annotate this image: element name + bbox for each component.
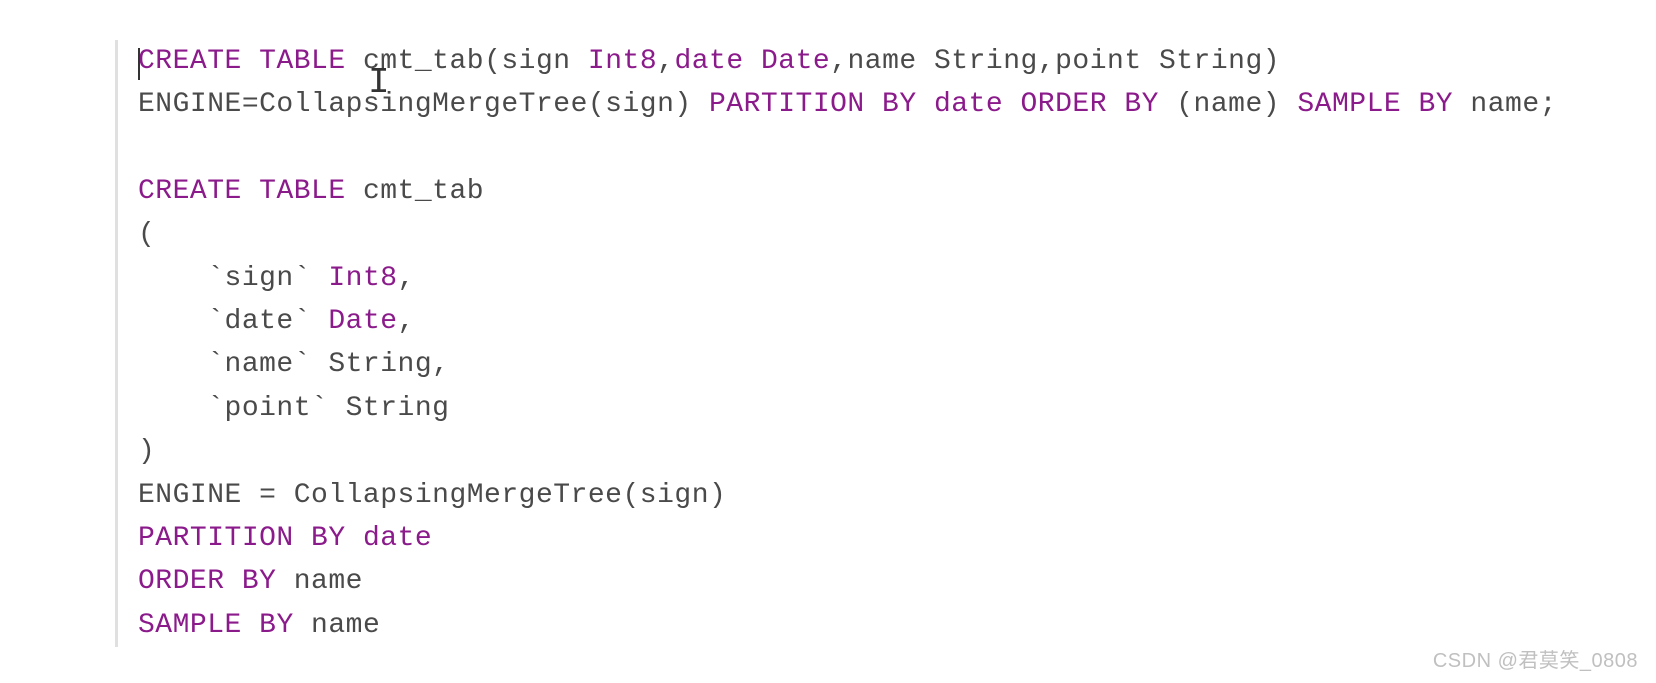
code-line-1: CREATE TABLE cmt_tab(sign Int8,date Date… xyxy=(138,40,1656,83)
code-line-13: ORDER BY name xyxy=(138,560,1656,603)
text-cursor xyxy=(138,48,140,80)
keyword-order: ORDER xyxy=(1021,89,1108,120)
code-text xyxy=(744,46,761,77)
keyword-sample: SAMPLE xyxy=(138,610,242,641)
code-text: , xyxy=(657,46,674,77)
keyword-date: date xyxy=(934,89,1003,120)
keyword-sample: SAMPLE xyxy=(1297,89,1401,120)
code-line-2: ENGINE=CollapsingMergeTree(sign) PARTITI… xyxy=(138,83,1656,126)
code-line-14: SAMPLE BY name xyxy=(138,604,1656,647)
code-text: name xyxy=(276,566,363,597)
code-line-9: `point` String xyxy=(138,387,1656,430)
keyword-date: date xyxy=(363,523,432,554)
close-paren: ) xyxy=(138,436,155,467)
code-text: `date` xyxy=(138,306,328,337)
keyword-table: TABLE xyxy=(259,176,346,207)
keyword-date: date xyxy=(674,46,743,77)
code-text: cmt_tab xyxy=(346,176,484,207)
code-line-4: CREATE TABLE cmt_tab xyxy=(138,170,1656,213)
keyword-create: CREATE xyxy=(138,176,242,207)
code-line-8: `name` String, xyxy=(138,343,1656,386)
keyword-by: BY xyxy=(311,523,346,554)
keyword-by: BY xyxy=(1124,89,1159,120)
type-date: Date xyxy=(761,46,830,77)
keyword-partition: PARTITION xyxy=(138,523,294,554)
code-line-7: `date` Date, xyxy=(138,300,1656,343)
code-line-10: ) xyxy=(138,430,1656,473)
code-text: , xyxy=(398,306,415,337)
code-text: ENGINE=CollapsingMergeTree(sign) xyxy=(138,89,709,120)
blank-line xyxy=(138,127,1656,170)
keyword-by: BY xyxy=(259,610,294,641)
keyword-by: BY xyxy=(1419,89,1454,120)
code-text: `point` String xyxy=(138,393,449,424)
keyword-by: BY xyxy=(242,566,277,597)
code-line-6: `sign` Int8, xyxy=(138,257,1656,300)
code-text: name xyxy=(294,610,381,641)
code-line-11: ENGINE = CollapsingMergeTree(sign) xyxy=(138,474,1656,517)
code-text: ENGINE = CollapsingMergeTree(sign) xyxy=(138,480,726,511)
code-line-5: ( xyxy=(138,213,1656,256)
type-date: Date xyxy=(328,306,397,337)
keyword-order: ORDER xyxy=(138,566,225,597)
keyword-by: BY xyxy=(882,89,917,120)
code-line-12: PARTITION BY date xyxy=(138,517,1656,560)
code-text: `sign` xyxy=(138,263,328,294)
keyword-partition: PARTITION xyxy=(709,89,865,120)
code-block: CREATE TABLE cmt_tab(sign Int8,date Date… xyxy=(115,40,1656,647)
code-text: ,name String,point String) xyxy=(830,46,1280,77)
code-text: , xyxy=(398,263,415,294)
code-text: cmt_tab(sign xyxy=(346,46,588,77)
keyword-table: TABLE xyxy=(259,46,346,77)
keyword-create: CREATE xyxy=(138,46,242,77)
watermark-text: CSDN @君莫笑_0808 xyxy=(1433,644,1638,673)
type-int8: Int8 xyxy=(328,263,397,294)
code-text: (name) xyxy=(1159,89,1297,120)
type-int8: Int8 xyxy=(588,46,657,77)
code-text: name; xyxy=(1453,89,1557,120)
code-text: `name` String, xyxy=(138,349,449,380)
open-paren: ( xyxy=(138,219,155,250)
